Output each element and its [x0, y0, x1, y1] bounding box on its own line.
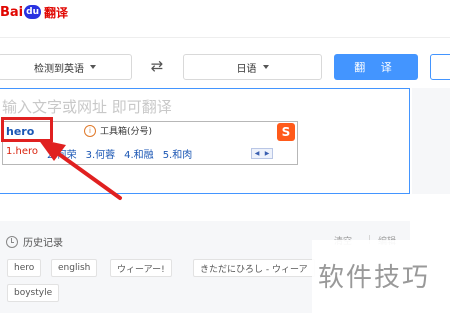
ime-toolbox[interactable]: i 工具箱(分号) — [84, 124, 152, 137]
baidu-translate-logo[interactable]: Bai du 翻译 — [0, 2, 68, 22]
watermark-text: 软件技巧 — [318, 263, 431, 293]
input-placeholder: 输入文字或网址 即可翻译 — [2, 98, 172, 116]
ime-candidate[interactable]: 4.和融 — [124, 146, 154, 161]
page-prev-icon[interactable]: ◀ — [255, 150, 260, 157]
ime-candidate[interactable]: 2.何荣 — [47, 146, 77, 161]
history-title: 历史记录 — [23, 238, 63, 249]
translation-output-pane — [412, 88, 450, 194]
chevron-down-icon — [90, 65, 96, 69]
target-language-label: 日语 — [236, 63, 257, 75]
clock-icon — [6, 235, 18, 248]
history-chip[interactable]: english — [51, 259, 98, 277]
ime-candidate-list: 1.hero 2.何荣 3.何蓉 4.和融 5.和肉 — [6, 146, 192, 161]
ime-pager[interactable]: ◀ ▶ — [251, 148, 273, 159]
source-language-select[interactable]: 检测到英语 — [0, 54, 132, 80]
ime-candidate[interactable]: 1.hero — [6, 146, 38, 161]
chevron-down-icon — [262, 65, 269, 69]
logo-paw-icon: du — [24, 5, 41, 19]
source-language-label: 检测到英语 — [34, 63, 84, 75]
info-icon: i — [84, 124, 96, 137]
history-header: 历史记录 — [6, 234, 63, 249]
page-next-icon[interactable]: ▶ — [265, 150, 270, 157]
history-chip[interactable]: hero — [7, 259, 42, 277]
translate-button[interactable]: 翻 译 — [334, 54, 418, 80]
history-chip[interactable]: boystyle — [7, 284, 60, 302]
highlight-box — [1, 117, 53, 142]
history-chip[interactable]: ウィーアー! — [110, 259, 172, 277]
ime-candidate[interactable]: 5.和肉 — [163, 146, 193, 161]
sogou-ime-icon[interactable]: S — [277, 123, 295, 141]
logo-text: Bai — [0, 4, 24, 20]
target-language-select[interactable]: 日语 — [183, 54, 322, 80]
swap-languages-icon[interactable]: ⇄ — [146, 56, 168, 76]
extra-button[interactable] — [430, 54, 450, 80]
ime-toolbox-label: 工具箱(分号) — [100, 127, 153, 137]
history-chip[interactable]: きただにひろし - ウィーア — [193, 259, 315, 277]
logo-product: 翻译 — [44, 5, 69, 20]
ime-candidate[interactable]: 3.何蓉 — [86, 146, 116, 161]
